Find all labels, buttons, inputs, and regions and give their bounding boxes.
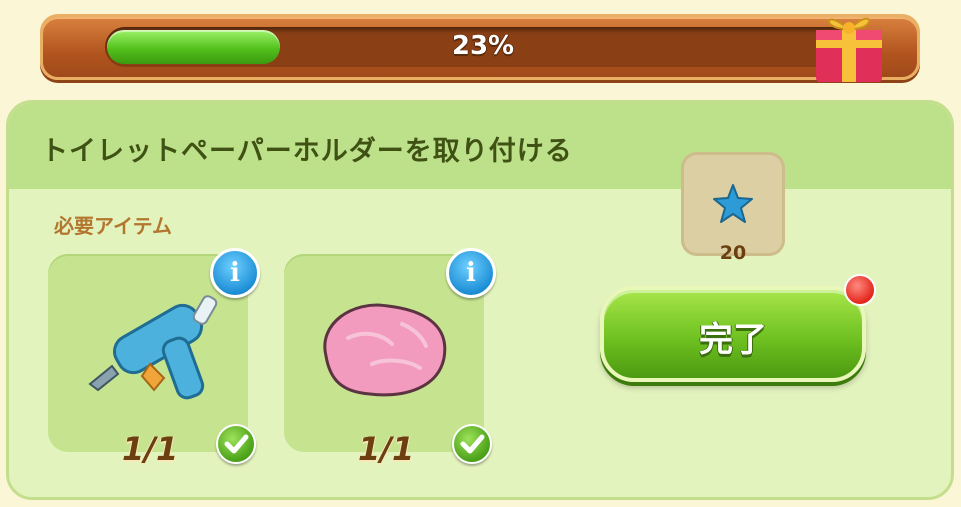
progress-track: 23% [105, 27, 861, 67]
complete-button-label: 完了 [699, 320, 767, 360]
item-count: 1/1 [358, 430, 415, 468]
item-card-pink-putty[interactable]: i 1/1 [284, 248, 496, 468]
info-icon[interactable]: i [210, 248, 260, 298]
notification-dot [844, 274, 876, 306]
item-count: 1/1 [122, 430, 179, 468]
check-icon [452, 424, 492, 464]
progress-label: 23% [451, 31, 515, 61]
reward-amount: 20 [719, 242, 747, 264]
check-icon [216, 424, 256, 464]
blue-star-icon [713, 184, 753, 223]
item-card-glue-gun[interactable]: i 1/1 [48, 248, 260, 468]
task-title: トイレットペーパーホルダーを取り付ける [41, 136, 573, 167]
pink-putty-icon [323, 303, 447, 397]
info-icon[interactable]: i [446, 248, 496, 298]
reward-slot[interactable] [681, 152, 785, 256]
progress-bar: 23% [40, 14, 920, 80]
complete-button[interactable]: 完了 [600, 286, 866, 382]
required-items-label: 必要アイテム [54, 214, 172, 238]
task-header: トイレットペーパーホルダーを取り付ける [9, 103, 951, 189]
gift-box-icon[interactable] [808, 0, 890, 86]
glue-gun-icon [88, 295, 218, 400]
